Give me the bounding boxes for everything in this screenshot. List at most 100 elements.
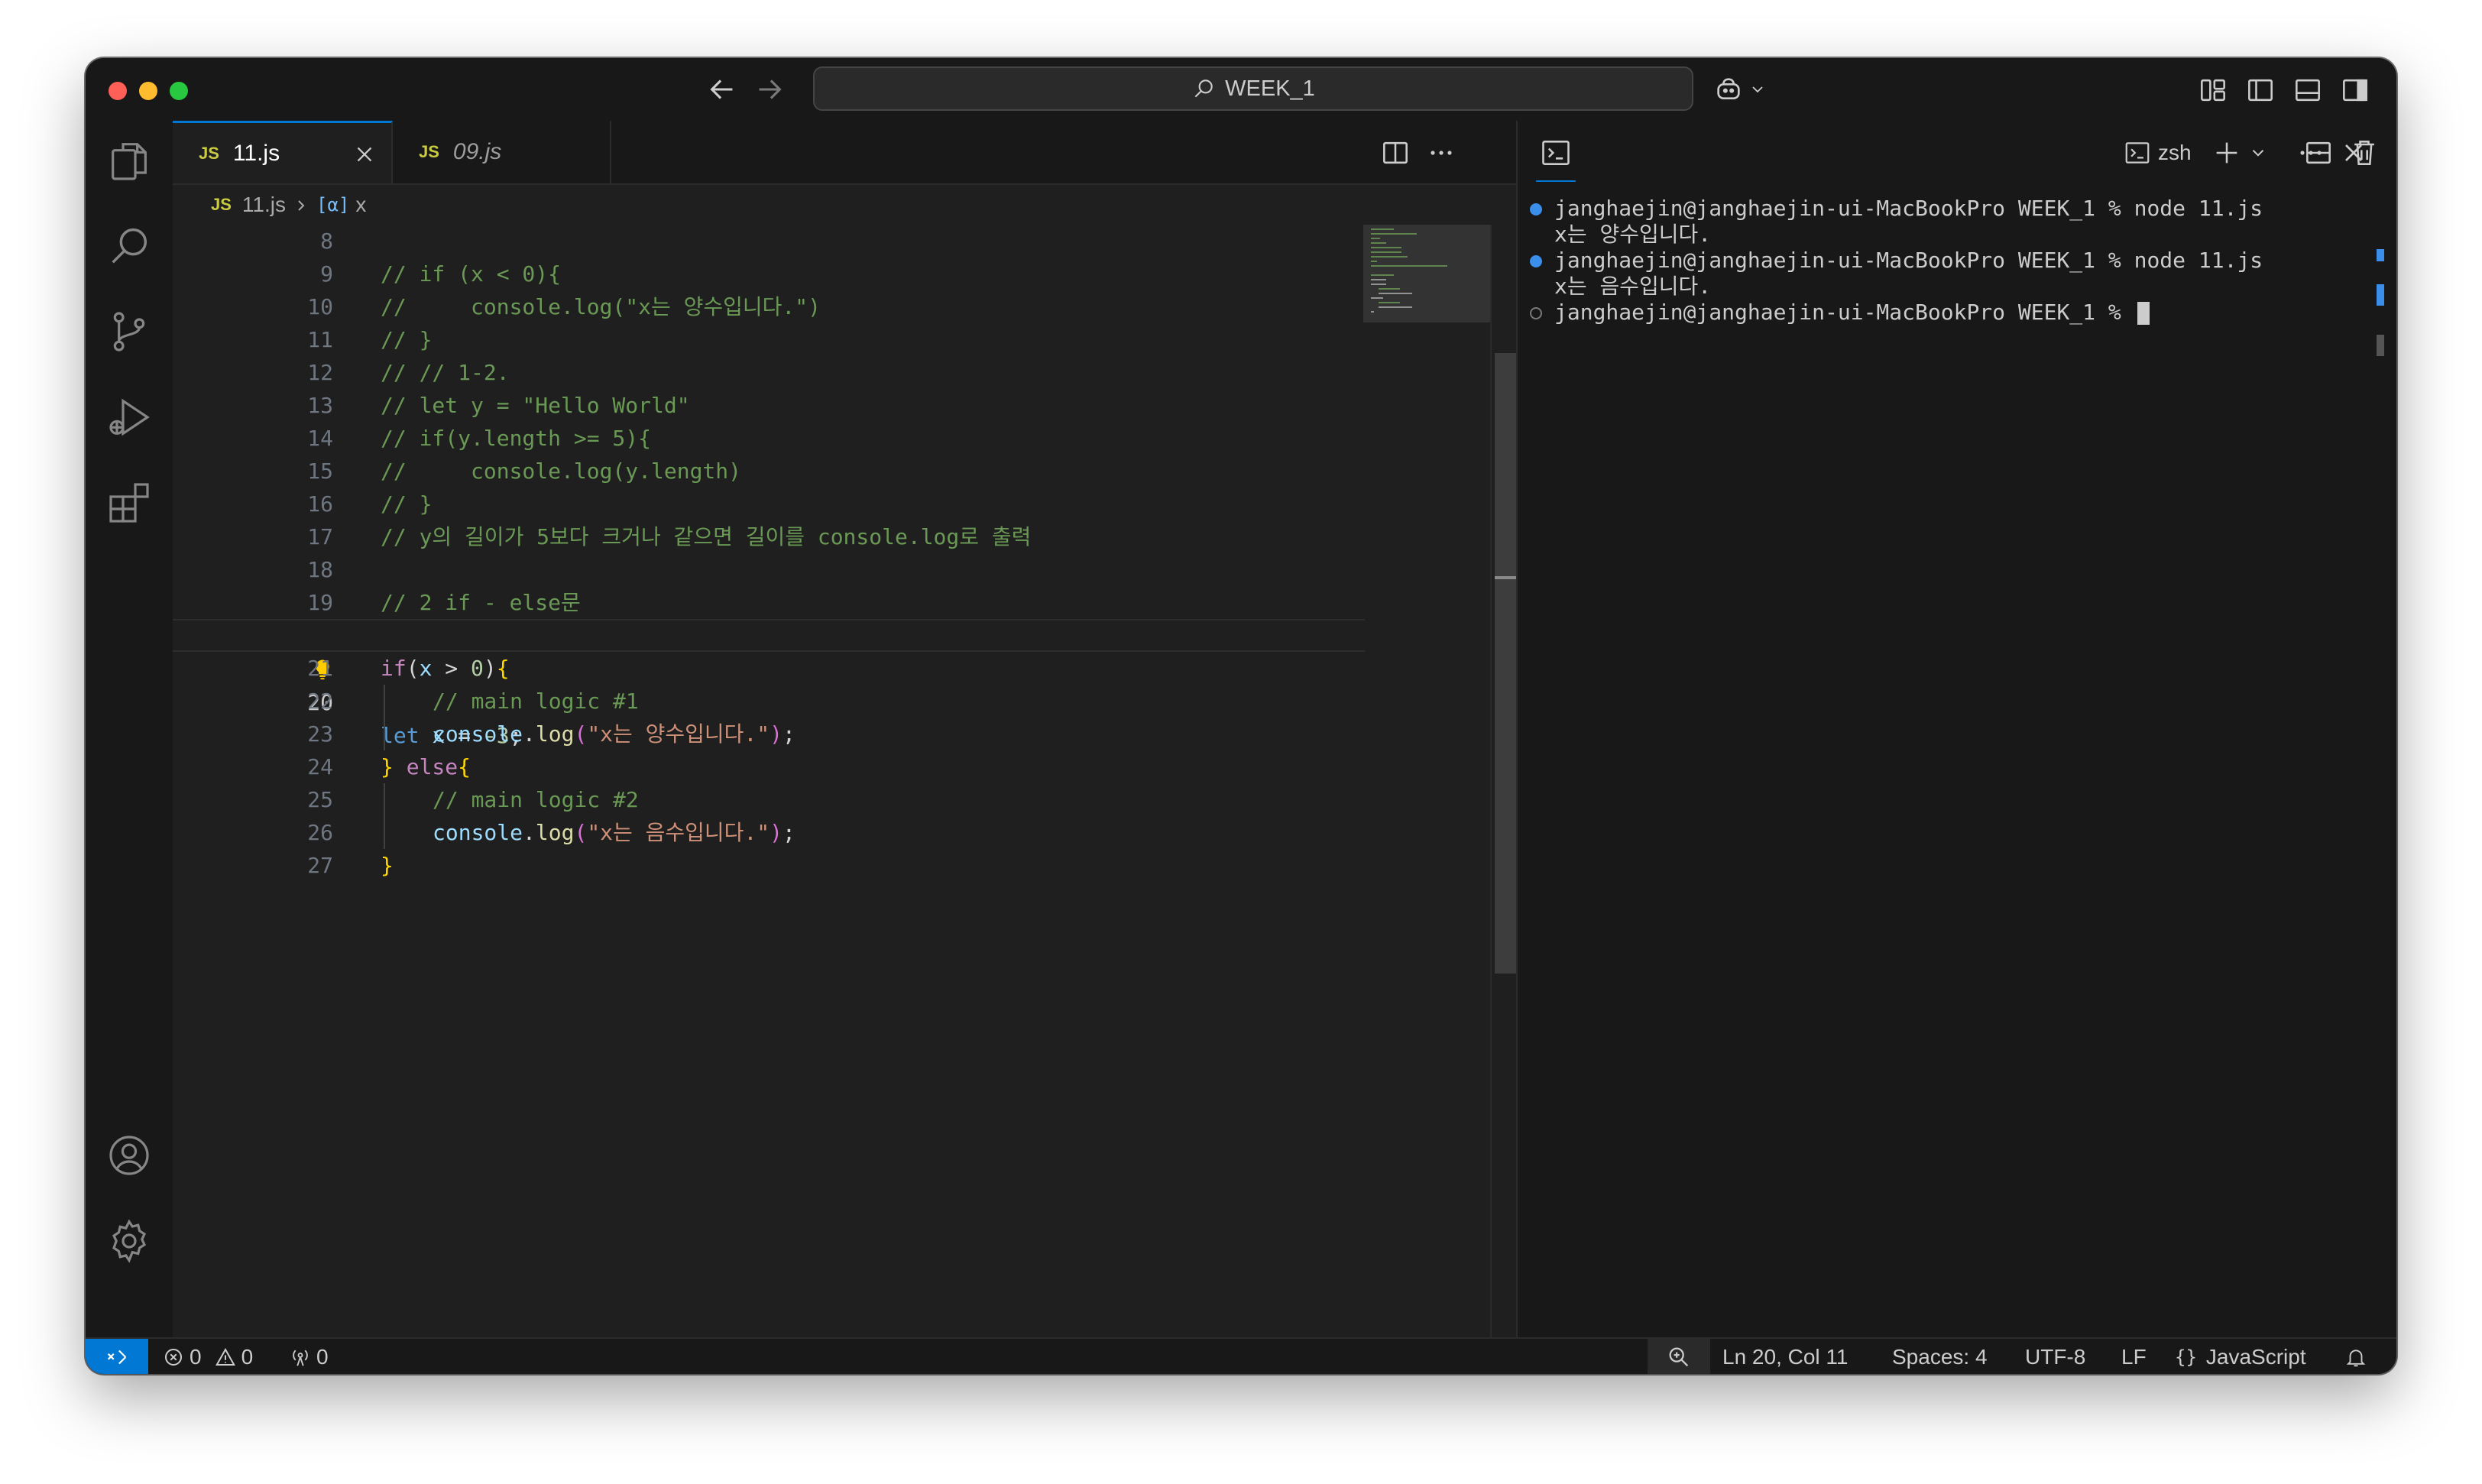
split-editor-icon[interactable]: [1379, 136, 1412, 170]
terminal-line: x는 양수입니다.: [1554, 222, 1712, 247]
terminal-scroll-marker: [2377, 249, 2384, 261]
indentation-setting[interactable]: Spaces: 4: [1892, 1339, 1988, 1374]
gear-icon[interactable]: [105, 1217, 154, 1265]
terminal-scrollbar-thumb[interactable]: [2377, 335, 2384, 356]
remote-indicator[interactable]: [86, 1339, 148, 1374]
js-file-icon: JS: [211, 195, 232, 214]
code-line: 22// main logic #1: [307, 689, 639, 714]
command-center-text: WEEK_1: [1225, 76, 1315, 101]
more-icon[interactable]: [1424, 136, 1458, 170]
language-mode[interactable]: {} JavaScript: [2175, 1339, 2306, 1374]
cursor-position-marker: [1495, 576, 1516, 579]
terminal-shell-selector[interactable]: zsh: [2123, 136, 2192, 170]
code-line: 10// console.log("x는 양수입니다."): [307, 294, 821, 319]
editor-tabs: JS 11.js JS 09.js: [173, 121, 1516, 185]
tab-label: 11.js: [232, 140, 280, 166]
breadcrumb-symbol[interactable]: x: [355, 193, 366, 217]
status-bar: 0 0 0 Ln 20, Col 11 Spaces: 4 UTF-8 LF {…: [86, 1337, 2396, 1374]
title-bar: WEEK_1: [86, 58, 2396, 122]
search-icon[interactable]: [105, 222, 154, 271]
customize-layout-icon[interactable]: [2196, 73, 2230, 107]
chevron-down-icon[interactable]: [2248, 143, 2268, 163]
editor-group: JS 11.js JS 09.js JS 11.js [α] x 8 9 // …: [173, 121, 1518, 1337]
toggle-secondary-sidebar-icon[interactable]: [2338, 73, 2372, 107]
editor-scrollbar[interactable]: [1490, 225, 1518, 1337]
more-icon[interactable]: [2294, 136, 2328, 170]
code-line: 21 if(x > 0){: [307, 656, 510, 681]
terminal-prompt: janghaejin@janghaejin-ui-MacBookPro WEEK…: [1554, 300, 2134, 325]
minimap-content: [1371, 228, 1447, 313]
code-line: 8: [320, 228, 333, 254]
terminal-icon[interactable]: [1539, 136, 1573, 170]
eol-setting[interactable]: LF: [2121, 1339, 2147, 1374]
chevron-right-icon: [292, 196, 310, 214]
tab-09-js[interactable]: JS 09.js: [393, 121, 611, 183]
breadcrumb: JS 11.js [α] x: [173, 185, 1516, 225]
terminal-scroll-marker: [2377, 284, 2384, 306]
copilot-menu[interactable]: [1713, 72, 1767, 107]
ports-count: 0: [316, 1345, 329, 1369]
cursor-position[interactable]: Ln 20, Col 11: [1722, 1339, 1849, 1374]
new-terminal-button[interactable]: [2211, 136, 2268, 170]
toggle-panel-icon[interactable]: [2291, 73, 2325, 107]
arrow-right-icon[interactable]: [750, 72, 789, 107]
code-editor[interactable]: 8 9// if (x < 0){ 10// console.log("x는 양…: [173, 225, 1516, 1337]
close-window-button[interactable]: [109, 82, 127, 100]
plus-icon: [2211, 138, 2242, 168]
extensions-icon[interactable]: [105, 478, 154, 527]
command-success-dot[interactable]: [1530, 255, 1542, 267]
language-label: JavaScript: [2205, 1345, 2306, 1369]
code-line: 12// // 1-2.: [307, 360, 510, 385]
lightbulb-icon[interactable]: [182, 624, 329, 680]
minimap[interactable]: [1363, 225, 1490, 1337]
code-line: 17// y의 길이가 5보다 크거나 같으면 길이를 console.log로…: [307, 524, 1032, 549]
maximize-window-button[interactable]: [170, 82, 188, 100]
terminal-line: janghaejin@janghaejin-ui-MacBookPro WEEK…: [1554, 196, 2263, 221]
copilot-icon: [1713, 74, 1744, 105]
minimize-window-button[interactable]: [139, 82, 157, 100]
explorer-icon[interactable]: [105, 136, 154, 185]
search-icon: [1191, 76, 1216, 101]
bell-icon[interactable]: [2344, 1339, 2367, 1374]
zoom-indicator[interactable]: [1648, 1339, 1710, 1374]
scrollbar-thumb[interactable]: [1495, 353, 1516, 974]
chevron-down-icon: [1748, 80, 1767, 99]
account-icon[interactable]: [105, 1131, 154, 1180]
indent-guide: [384, 783, 385, 849]
source-control-icon[interactable]: [105, 307, 154, 356]
command-center-search[interactable]: WEEK_1: [813, 66, 1693, 111]
error-icon: [162, 1346, 185, 1369]
close-panel-icon[interactable]: [2338, 136, 2369, 170]
code-line: 24} else{: [307, 754, 471, 779]
code-line: 27}: [307, 853, 394, 878]
breadcrumb-file[interactable]: 11.js: [242, 193, 286, 217]
terminal-prompt-line: janghaejin@janghaejin-ui-MacBookPro WEEK…: [1554, 300, 2150, 326]
indent-guide: [384, 685, 385, 750]
close-icon[interactable]: [352, 141, 377, 167]
run-debug-icon[interactable]: [105, 393, 154, 442]
problems-indicator[interactable]: 0 0: [162, 1339, 253, 1374]
code-line: 18: [307, 557, 333, 582]
encoding-setting[interactable]: UTF-8: [2025, 1339, 2085, 1374]
remote-icon: [104, 1344, 130, 1370]
code-line: 9// if (x < 0){: [320, 261, 562, 287]
ports-indicator[interactable]: 0: [289, 1339, 329, 1374]
arrow-left-icon[interactable]: [703, 72, 741, 107]
tab-label: 09.js: [452, 139, 502, 164]
vscode-window: WEEK_1 JS 11.js JS 09.js JS 11.js [α] x …: [86, 58, 2396, 1374]
toggle-sidebar-icon[interactable]: [2244, 73, 2277, 107]
warning-icon: [214, 1346, 237, 1369]
code-line: 15// console.log(y.length): [307, 458, 742, 484]
code-line: 26 console.log("x는 음수입니다.");: [307, 820, 795, 845]
code-line: 11// }: [307, 327, 433, 352]
terminal-output[interactable]: janghaejin@janghaejin-ui-MacBookPro WEEK…: [1518, 190, 2396, 1336]
terminal-icon: [2123, 138, 2152, 167]
shell-name: zsh: [2158, 141, 2192, 164]
braces-icon: {}: [2175, 1346, 2197, 1368]
activity-bar: [86, 121, 174, 1337]
tab-11-js[interactable]: JS 11.js: [173, 121, 393, 183]
warning-count: 0: [241, 1345, 254, 1369]
command-success-dot[interactable]: [1530, 203, 1542, 215]
code-line: 14// if(y.length >= 5){: [307, 426, 652, 451]
zoom-icon: [1666, 1344, 1692, 1370]
